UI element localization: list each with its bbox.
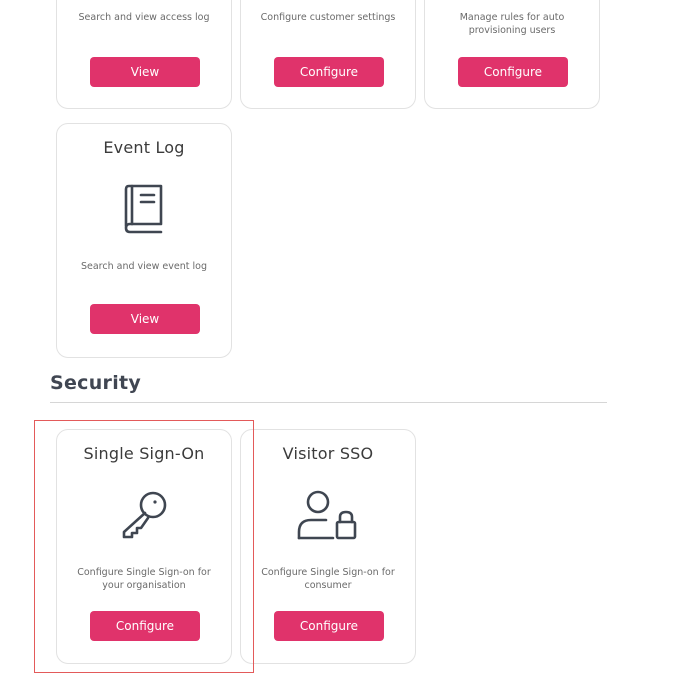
event-log-card: Event Log Search and view event log View	[56, 123, 232, 358]
security-section-heading: Security	[50, 372, 142, 394]
card-description: Configure Single Sign-on for your organi…	[77, 567, 211, 591]
view-event-log-button[interactable]: View	[90, 304, 200, 334]
card-description: Configure Single Sign-on for consumer	[261, 567, 395, 591]
card-title: Single Sign-On	[83, 444, 205, 463]
single-sign-on-card: Single Sign-On Configure Single Sign-on …	[56, 429, 232, 664]
card-description: Configure customer settings	[260, 12, 396, 23]
customer-settings-card: Configure customer settings Configure	[240, 0, 416, 109]
user-lock-icon	[241, 488, 415, 544]
admin-settings-page: Search and view access log View Configur…	[0, 0, 678, 681]
configure-auto-provisioning-button[interactable]: Configure	[458, 57, 568, 87]
view-access-log-button[interactable]: View	[90, 57, 200, 87]
access-log-card: Search and view access log View	[56, 0, 232, 109]
visitor-sso-card: Visitor SSO Configure Single Sign-on for…	[240, 429, 416, 664]
book-icon	[57, 182, 231, 238]
configure-customer-settings-button[interactable]: Configure	[274, 57, 384, 87]
card-description: Manage rules for auto provisioning users	[459, 12, 565, 36]
auto-provisioning-card: Manage rules for auto provisioning users…	[424, 0, 600, 109]
configure-single-sign-on-button[interactable]: Configure	[90, 611, 200, 641]
configure-visitor-sso-button[interactable]: Configure	[274, 611, 384, 641]
card-title: Visitor SSO	[282, 444, 374, 463]
card-description: Search and view access log	[78, 12, 210, 23]
card-description: Search and view event log	[80, 261, 207, 272]
section-divider	[50, 402, 607, 403]
key-icon	[57, 488, 231, 544]
card-title: Event Log	[103, 138, 185, 157]
